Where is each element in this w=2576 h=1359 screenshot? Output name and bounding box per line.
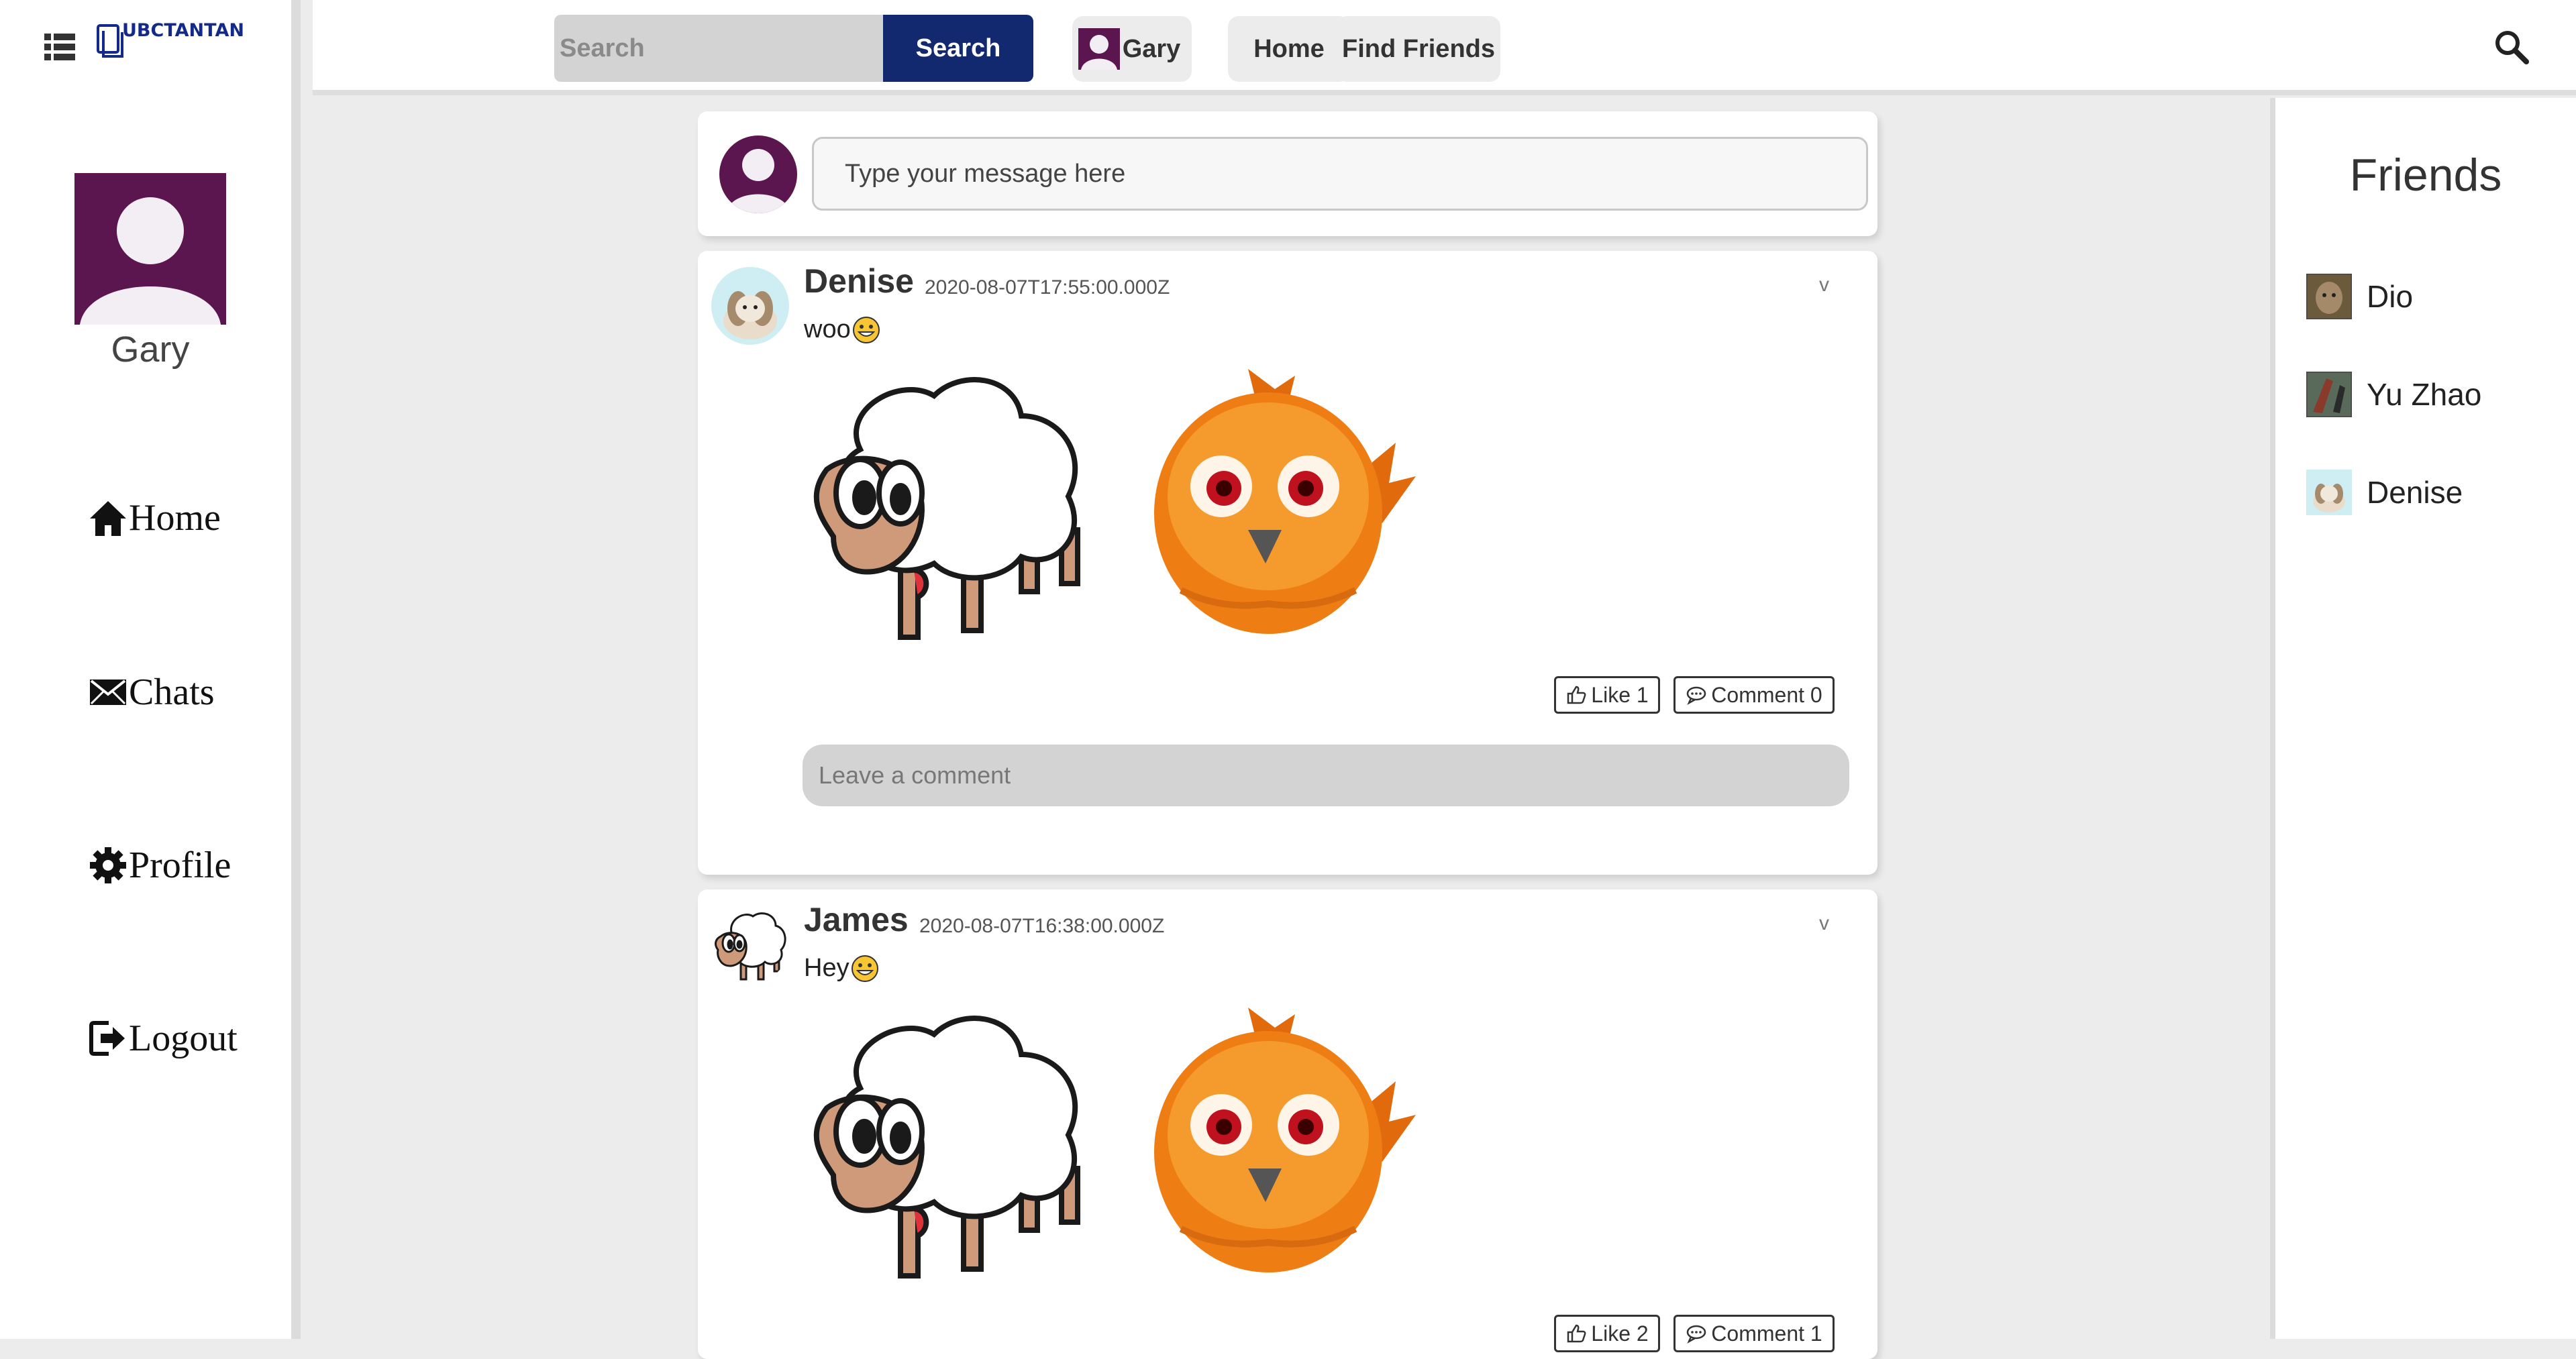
friends-sidebar: Friends Dio Yu Zhao Denise [2270, 98, 2576, 1339]
avatar [1078, 28, 1120, 70]
post-timestamp: 2020-08-07T17:55:00.000Z [925, 276, 1170, 298]
friend-name: Yu Zhao [2367, 377, 2482, 412]
grinning-emoji-icon [851, 955, 878, 982]
post-card: Denise 2020-08-07T17:55:00.000Z v woo Li… [698, 251, 1877, 875]
post-timestamp: 2020-08-07T16:38:00.000Z [919, 915, 1165, 937]
message-input[interactable] [812, 137, 1868, 211]
sidebar-item-label: Logout [129, 1018, 238, 1059]
like-button-label: Like 2 [1591, 1321, 1649, 1346]
logout-icon [89, 1021, 125, 1056]
friends-title: Friends [2349, 150, 2502, 201]
like-button[interactable]: Like 1 [1554, 676, 1660, 714]
sidebar-item-home[interactable]: Home [89, 496, 221, 539]
post-menu-toggle[interactable]: v [1819, 274, 1829, 296]
search-button[interactable]: Search [883, 15, 1033, 82]
comment-icon [1687, 1325, 1706, 1344]
post-author[interactable]: Denise [804, 262, 914, 301]
bird-sticker [1154, 369, 1416, 634]
logo-text: UBCTANTAN [122, 20, 244, 41]
gear-icon [90, 847, 126, 883]
bird-sticker [1154, 1008, 1416, 1272]
sidebar-item-label: Profile [129, 845, 231, 886]
thumbs-up-icon [1567, 1324, 1586, 1343]
friend-avatar [2306, 274, 2352, 319]
find-friends-link[interactable]: Find Friends [1337, 16, 1500, 82]
post-composer [698, 111, 1877, 236]
post-text: woo [804, 315, 880, 344]
post-text-content: Hey [804, 954, 849, 982]
sheep-sticker [813, 1016, 1080, 1279]
sheep-avatar[interactable] [711, 906, 789, 983]
sheep-sticker [813, 377, 1080, 640]
comment-button[interactable]: Comment 0 [1673, 676, 1835, 714]
post-text: Hey [804, 954, 879, 983]
envelope-icon [90, 680, 126, 705]
top-bar: Search Gary Home Find Friends [313, 0, 2576, 95]
home-link[interactable]: Home [1228, 16, 1350, 82]
user-profile-link[interactable]: Gary [1072, 16, 1192, 82]
search-input[interactable] [554, 15, 883, 82]
post-text-content: woo [804, 315, 851, 343]
sidebar-item-chats[interactable]: Chats [89, 671, 215, 714]
comment-button-label: Comment 1 [1711, 1321, 1822, 1346]
post-card: James 2020-08-07T16:38:00.000Z v Hey Lik… [698, 889, 1877, 1359]
list-menu-icon[interactable] [44, 34, 75, 60]
home-icon [90, 501, 126, 536]
profile-name: Gary [111, 329, 190, 370]
comment-input[interactable] [803, 745, 1849, 806]
sidebar-item-label: Chats [129, 671, 215, 713]
comment-button[interactable]: Comment 1 [1673, 1315, 1835, 1352]
comment-button-label: Comment 0 [1711, 682, 1822, 707]
friend-avatar [2306, 372, 2352, 417]
bunny-avatar[interactable] [711, 267, 789, 345]
post-author[interactable]: James [804, 900, 909, 939]
search-icon[interactable] [2493, 28, 2530, 66]
sidebar-item-profile[interactable]: Profile [89, 844, 231, 887]
like-button-label: Like 1 [1591, 682, 1649, 707]
thumbs-up-icon [1567, 686, 1586, 704]
friend-name: Denise [2367, 475, 2463, 510]
friend-avatar [2306, 470, 2352, 515]
profile-avatar[interactable] [74, 173, 226, 325]
avatar [719, 135, 797, 213]
grinning-emoji-icon [852, 316, 880, 343]
logo-book-icon [97, 24, 123, 58]
sidebar-item-logout[interactable]: Logout [89, 1017, 238, 1060]
comment-icon [1687, 686, 1706, 705]
friend-item[interactable]: Yu Zhao [2306, 372, 2481, 417]
user-link-label: Gary [1122, 34, 1181, 63]
like-button[interactable]: Like 2 [1554, 1315, 1660, 1352]
left-sidebar: UBCTANTAN Gary Home Chats Profile Logout [0, 0, 301, 1339]
friend-item[interactable]: Dio [2306, 274, 2413, 319]
friend-name: Dio [2367, 279, 2414, 314]
post-menu-toggle[interactable]: v [1819, 912, 1829, 935]
app-logo[interactable]: UBCTANTAN [97, 20, 244, 63]
sidebar-item-label: Home [129, 497, 221, 539]
friend-item[interactable]: Denise [2306, 470, 2463, 515]
